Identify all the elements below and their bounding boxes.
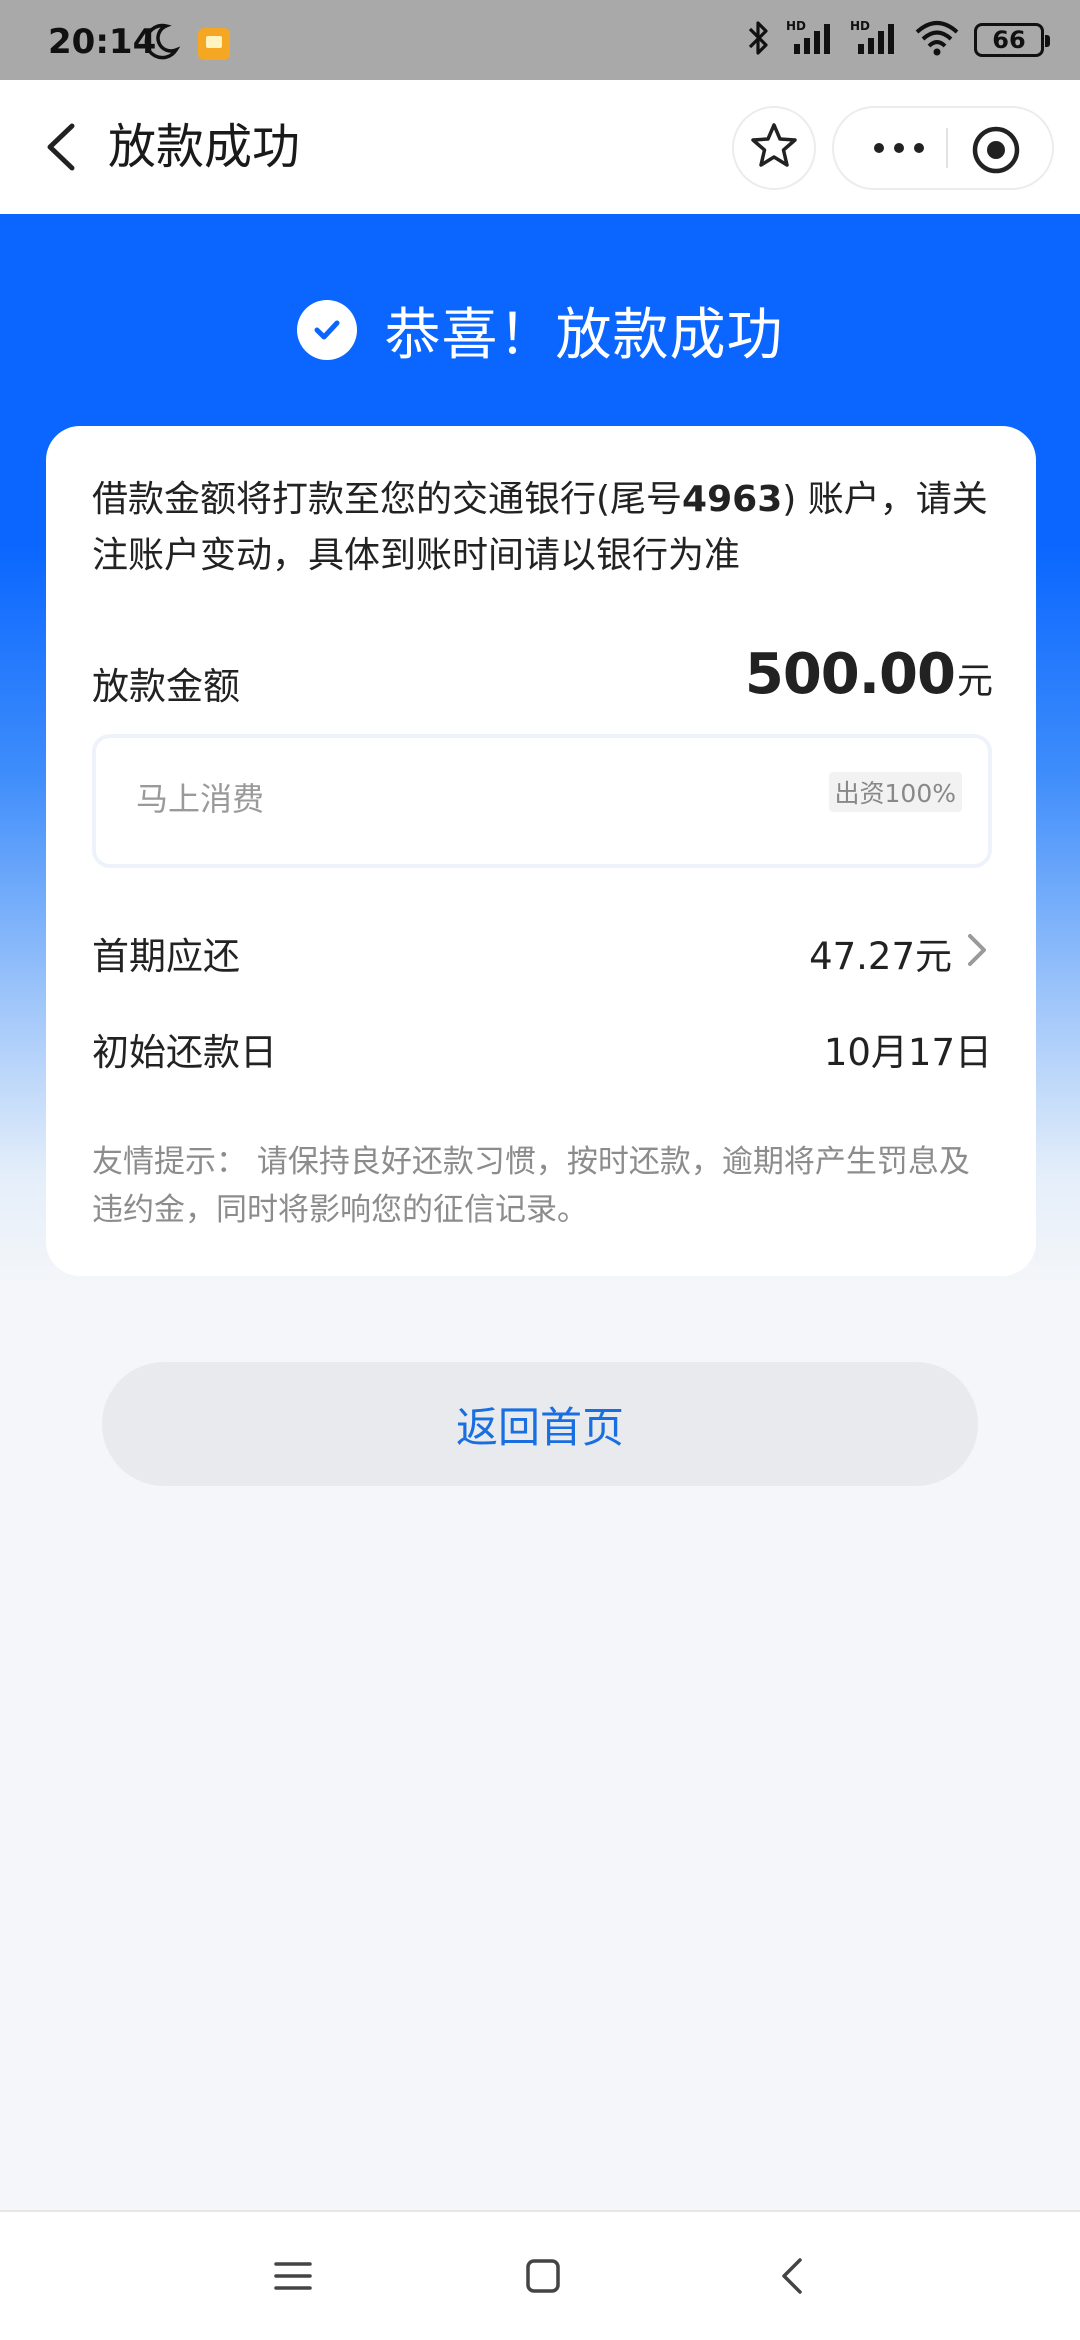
loan-detail-card: 借款金额将打款至您的交通银行(尾号4963) 账户，请关注账户变动，具体到账时间…	[46, 426, 1036, 1276]
svg-text:HD: HD	[850, 19, 870, 33]
amount-label: 放款金额	[92, 665, 240, 708]
amount-row: 放款金额 500.00元	[92, 636, 993, 716]
amount-value: 500.00元	[744, 642, 993, 707]
svg-text:HD: HD	[786, 19, 806, 33]
more-dots-icon[interactable]	[854, 122, 944, 174]
funding-badge: 出资100%	[828, 772, 962, 812]
close-circle-icon[interactable]	[968, 122, 1024, 178]
system-back-icon[interactable]	[770, 2246, 816, 2306]
first-payment-row[interactable]: 首期应还 47.27元	[92, 920, 992, 980]
check-circle-icon	[296, 300, 357, 360]
first-payment-value: 47.27元	[809, 935, 952, 978]
favorite-button[interactable]	[732, 106, 816, 190]
return-home-button[interactable]: 返回首页	[102, 1362, 978, 1486]
amount-unit: 元	[956, 661, 993, 702]
notice-prefix: 借款金额将打款至您的交通银行(尾号	[92, 479, 683, 520]
success-title: 恭喜！放款成功	[384, 302, 784, 368]
chevron-right-icon	[962, 928, 992, 972]
star-icon	[748, 120, 800, 176]
page-title: 放款成功	[108, 119, 301, 175]
start-date-value: 10月17日	[823, 1031, 992, 1074]
capsule-divider	[946, 128, 948, 168]
back-arrow-icon[interactable]	[30, 112, 100, 182]
signal-hd-icon: HD	[786, 18, 836, 62]
lender-name: 马上消费	[136, 780, 265, 818]
status-bar: 20:14 HD HD 66	[0, 0, 1080, 80]
start-date-label: 初始还款日	[92, 1031, 277, 1074]
transfer-notice: 借款金额将打款至您的交通银行(尾号4963) 账户，请关注账户变动，具体到账时间…	[92, 472, 992, 584]
start-date-row: 初始还款日 10月17日	[92, 1016, 992, 1076]
page: 20:14 HD HD 66 放款成功 恭喜！放款成功 借款金额将打款至您的交通…	[0, 0, 1080, 2340]
app-notification-icon	[198, 28, 230, 60]
battery-icon: 66	[974, 23, 1050, 57]
nav-bar: 放款成功	[0, 80, 1080, 214]
tip-label: 友情提示：	[92, 1144, 247, 1180]
status-icons: HD HD 66	[746, 18, 1050, 62]
first-payment-label: 首期应还	[92, 935, 240, 978]
home-square-icon[interactable]	[520, 2246, 566, 2306]
amount-number: 500.00	[744, 642, 956, 707]
wifi-icon	[914, 18, 960, 62]
bluetooth-icon	[746, 18, 772, 62]
card-tail-number: 4963	[682, 479, 783, 520]
signal-hd-icon: HD	[850, 18, 900, 62]
friendly-tip: 友情提示： 请保持良好还款习惯，按时还款，逾期将产生罚息及违约金，同时将影响您的…	[92, 1138, 992, 1234]
success-header: 恭喜！放款成功	[0, 290, 1080, 370]
moon-icon	[140, 22, 181, 66]
lender-box: 马上消费 出资100%	[92, 734, 992, 868]
menu-icon[interactable]	[270, 2246, 316, 2306]
mini-program-capsule	[832, 106, 1054, 190]
system-nav-bar	[0, 2210, 1080, 2340]
